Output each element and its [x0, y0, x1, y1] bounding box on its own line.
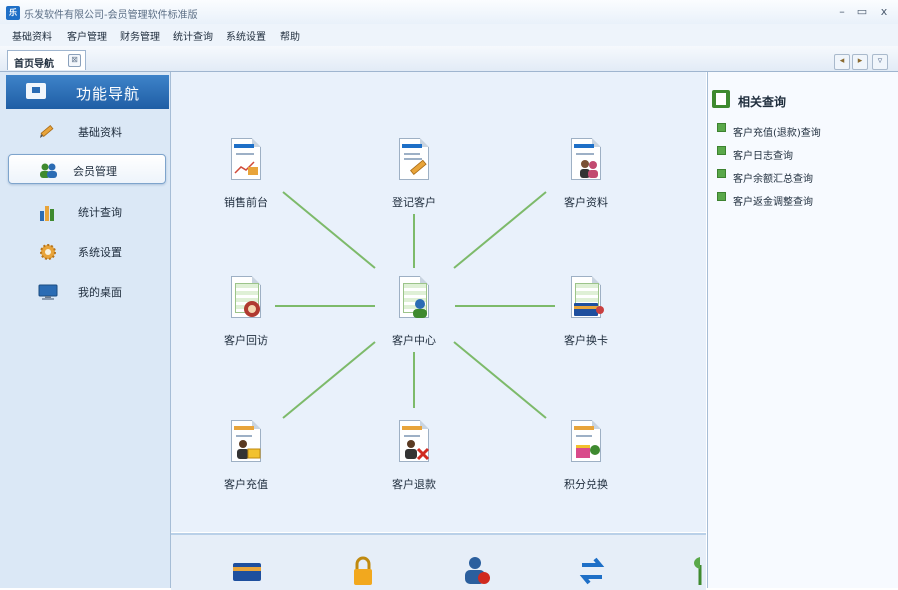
link-balance-summary-query[interactable]: 客户余额汇总查询 [733, 170, 813, 185]
related-query-title: 相关查询 [738, 95, 787, 109]
hub-node-label: 客户退款 [392, 478, 436, 491]
hub-node-label: 积分兑换 [564, 478, 608, 491]
hub-node-card-swap[interactable]: 客户换卡 [551, 276, 621, 356]
customer-profile-icon [571, 138, 601, 180]
hub-node-register-customer[interactable]: 登记客户 [379, 138, 449, 218]
lock-icon[interactable] [349, 555, 377, 585]
hub-node-refund[interactable]: 客户退款 [379, 420, 449, 500]
link-bullet-icon [717, 169, 726, 178]
hub-node-customer-revisit[interactable]: 客户回访 [211, 276, 281, 356]
refund-icon [399, 420, 430, 462]
hub-node-label: 登记客户 [392, 196, 436, 209]
hub-node-label: 销售前台 [224, 196, 268, 209]
hub-node-points-exchange[interactable]: 积分兑换 [551, 420, 621, 500]
hub-node-recharge[interactable]: 客户充值 [211, 420, 281, 500]
register-doc-icon [399, 138, 429, 180]
hub-node-customer-profile[interactable]: 客户资料 [551, 138, 621, 218]
customer-center-icon [399, 276, 429, 318]
hub-node-label: 客户资料 [564, 196, 608, 209]
card-swap-icon [571, 276, 604, 318]
hub-node-label: 客户换卡 [564, 334, 608, 347]
refresh-arrows-icon[interactable] [578, 555, 606, 585]
hub-node-sales-desk[interactable]: 销售前台 [211, 138, 281, 218]
link-customer-log-query[interactable]: 客户日志查询 [733, 147, 793, 162]
hub-node-label: 客户充值 [224, 478, 268, 491]
link-bullet-icon [717, 192, 726, 201]
link-bullet-icon [717, 146, 726, 155]
user-alert-icon[interactable] [463, 555, 491, 585]
hub-center-customer-center[interactable]: 客户中心 [379, 276, 449, 356]
link-recharge-refund-query[interactable]: 客户充值(退款)查询 [733, 124, 821, 139]
card-icon[interactable] [232, 555, 261, 585]
related-query-icon [712, 90, 730, 108]
hub-node-label: 客户回访 [224, 334, 268, 347]
phone-visit-icon [231, 276, 261, 318]
sales-doc-icon [231, 138, 261, 180]
recharge-icon [231, 420, 261, 462]
hub-center-label: 客户中心 [392, 334, 436, 347]
link-cashback-adjust-query[interactable]: 客户返金调整查询 [733, 193, 813, 208]
link-bullet-icon [717, 123, 726, 132]
points-exchange-icon [571, 420, 601, 462]
